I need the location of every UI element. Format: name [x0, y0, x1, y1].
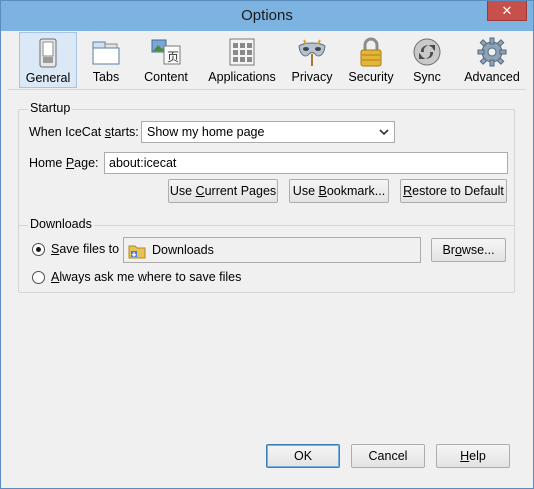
- use-current-pages-button[interactable]: Use Current Pages: [168, 179, 278, 203]
- always-ask-label[interactable]: Always ask me where to save files: [51, 270, 241, 284]
- when-starts-value: Show my home page: [147, 125, 265, 139]
- ok-button[interactable]: OK: [266, 444, 340, 468]
- security-lock-icon: [360, 37, 382, 67]
- options-window: Options ✕ General Tabs 页 Content Applica…: [0, 0, 534, 489]
- tab-applications[interactable]: Applications: [202, 32, 282, 88]
- home-page-label: Home Page:: [29, 156, 99, 170]
- privacy-mask-icon: [298, 39, 326, 66]
- applications-icon: [229, 38, 255, 66]
- tab-general-label: General: [25, 71, 71, 85]
- content-icon: 页: [151, 39, 181, 65]
- tab-advanced[interactable]: Advanced: [459, 32, 525, 88]
- when-starts-label: When IceCat starts:: [29, 125, 139, 139]
- use-bookmark-button[interactable]: Use Bookmark...: [289, 179, 389, 203]
- when-starts-select[interactable]: Show my home page: [141, 121, 395, 143]
- download-folder-value: Downloads: [152, 243, 214, 257]
- window-title: Options: [241, 7, 293, 24]
- always-ask-radio[interactable]: [32, 271, 45, 284]
- downloads-group: Downloads Save files to Downloads Browse…: [18, 217, 515, 293]
- chevron-down-icon: [379, 129, 389, 136]
- folder-icon: [128, 245, 146, 259]
- toolbar-divider: [8, 89, 526, 90]
- sync-icon: [413, 38, 441, 66]
- title-bar[interactable]: Options ✕: [1, 1, 533, 31]
- tab-security-label: Security: [348, 70, 394, 84]
- tabs-icon: [92, 41, 120, 65]
- save-files-radio[interactable]: [32, 243, 45, 256]
- tab-applications-label: Applications: [208, 70, 276, 84]
- cancel-button[interactable]: Cancel: [351, 444, 425, 468]
- tab-content[interactable]: 页 Content: [139, 32, 193, 88]
- tab-sync-label: Sync: [413, 70, 441, 84]
- tab-tabs-label: Tabs: [92, 70, 120, 84]
- tab-advanced-label: Advanced: [464, 70, 520, 84]
- help-button[interactable]: Help: [436, 444, 510, 468]
- close-button[interactable]: ✕: [487, 1, 527, 21]
- save-files-label[interactable]: Save files to: [51, 242, 119, 256]
- general-switch-icon: [39, 38, 57, 68]
- tab-general[interactable]: General: [19, 32, 77, 88]
- tab-privacy[interactable]: Privacy: [287, 32, 337, 88]
- tab-privacy-label: Privacy: [291, 70, 333, 84]
- home-page-input[interactable]: about:icecat: [104, 152, 508, 174]
- svg-text:页: 页: [167, 50, 179, 64]
- tab-tabs[interactable]: Tabs: [84, 32, 128, 88]
- tab-sync[interactable]: Sync: [406, 32, 448, 88]
- tab-security[interactable]: Security: [342, 32, 400, 88]
- advanced-gear-icon: [477, 37, 507, 67]
- tab-content-label: Content: [144, 70, 188, 84]
- downloads-group-label: Downloads: [28, 217, 94, 231]
- restore-to-default-button[interactable]: Restore to Default: [400, 179, 507, 203]
- startup-group-label: Startup: [28, 101, 73, 115]
- download-folder-field[interactable]: Downloads: [123, 237, 421, 263]
- dialog-body: General Tabs 页 Content Applications Priv…: [8, 31, 526, 482]
- browse-button[interactable]: Browse...: [431, 238, 506, 262]
- preferences-toolbar: General Tabs 页 Content Applications Priv…: [8, 31, 526, 89]
